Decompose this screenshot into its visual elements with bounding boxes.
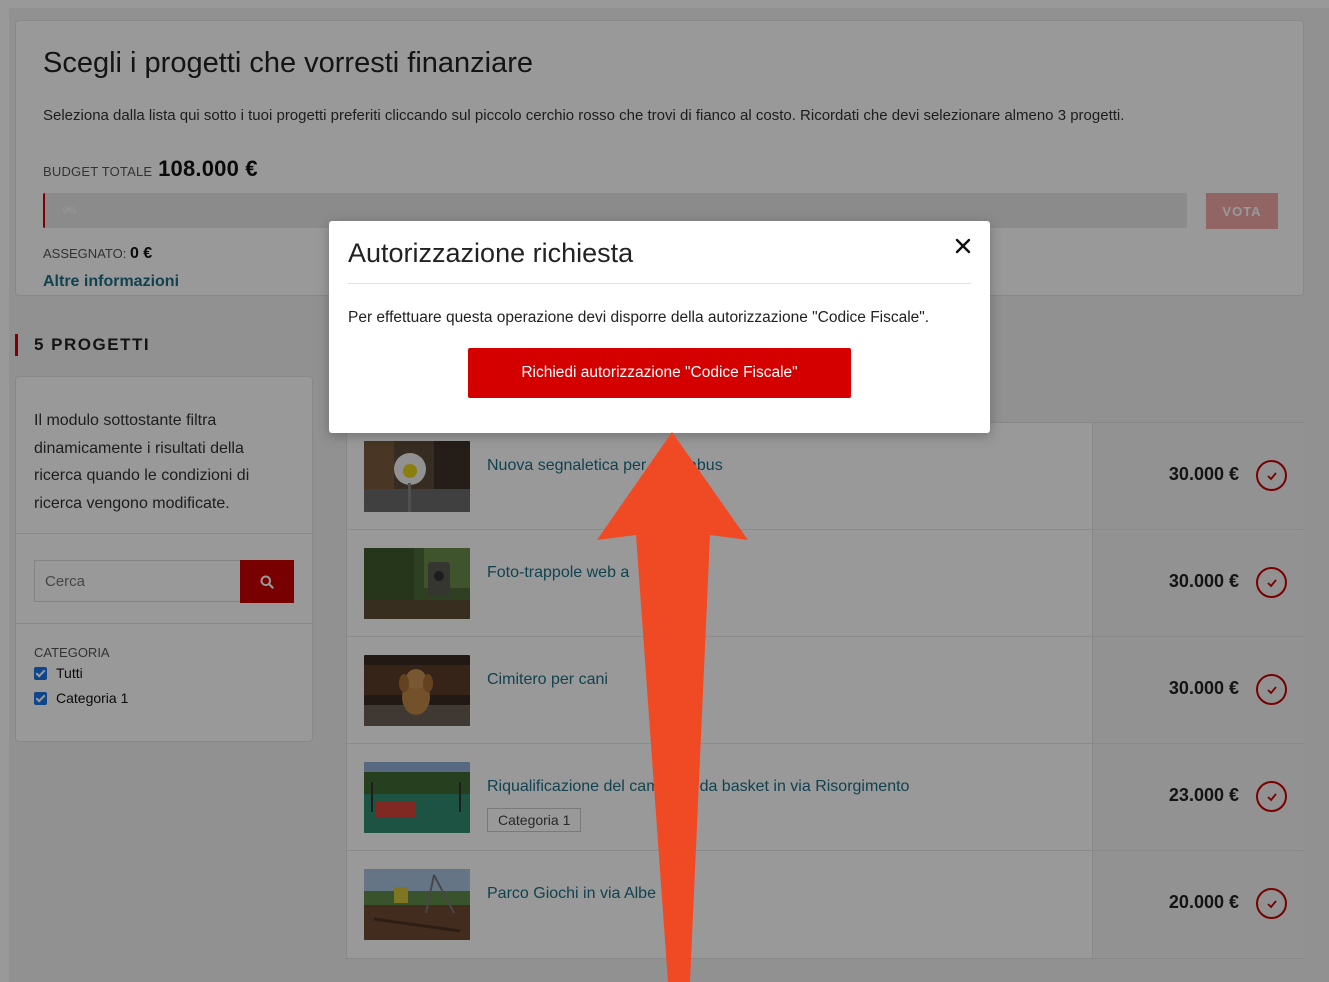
authorization-modal: Autorizzazione richiesta Per effettuare … bbox=[329, 221, 990, 433]
modal-divider bbox=[348, 283, 971, 284]
close-icon[interactable] bbox=[952, 235, 974, 257]
modal-title: Autorizzazione richiesta bbox=[348, 238, 634, 268]
request-authorization-button[interactable]: Richiedi autorizzazione "Codice Fiscale" bbox=[468, 348, 851, 398]
modal-message: Per effettuare questa operazione devi di… bbox=[348, 309, 930, 326]
modal-backdrop[interactable] bbox=[0, 0, 1329, 982]
